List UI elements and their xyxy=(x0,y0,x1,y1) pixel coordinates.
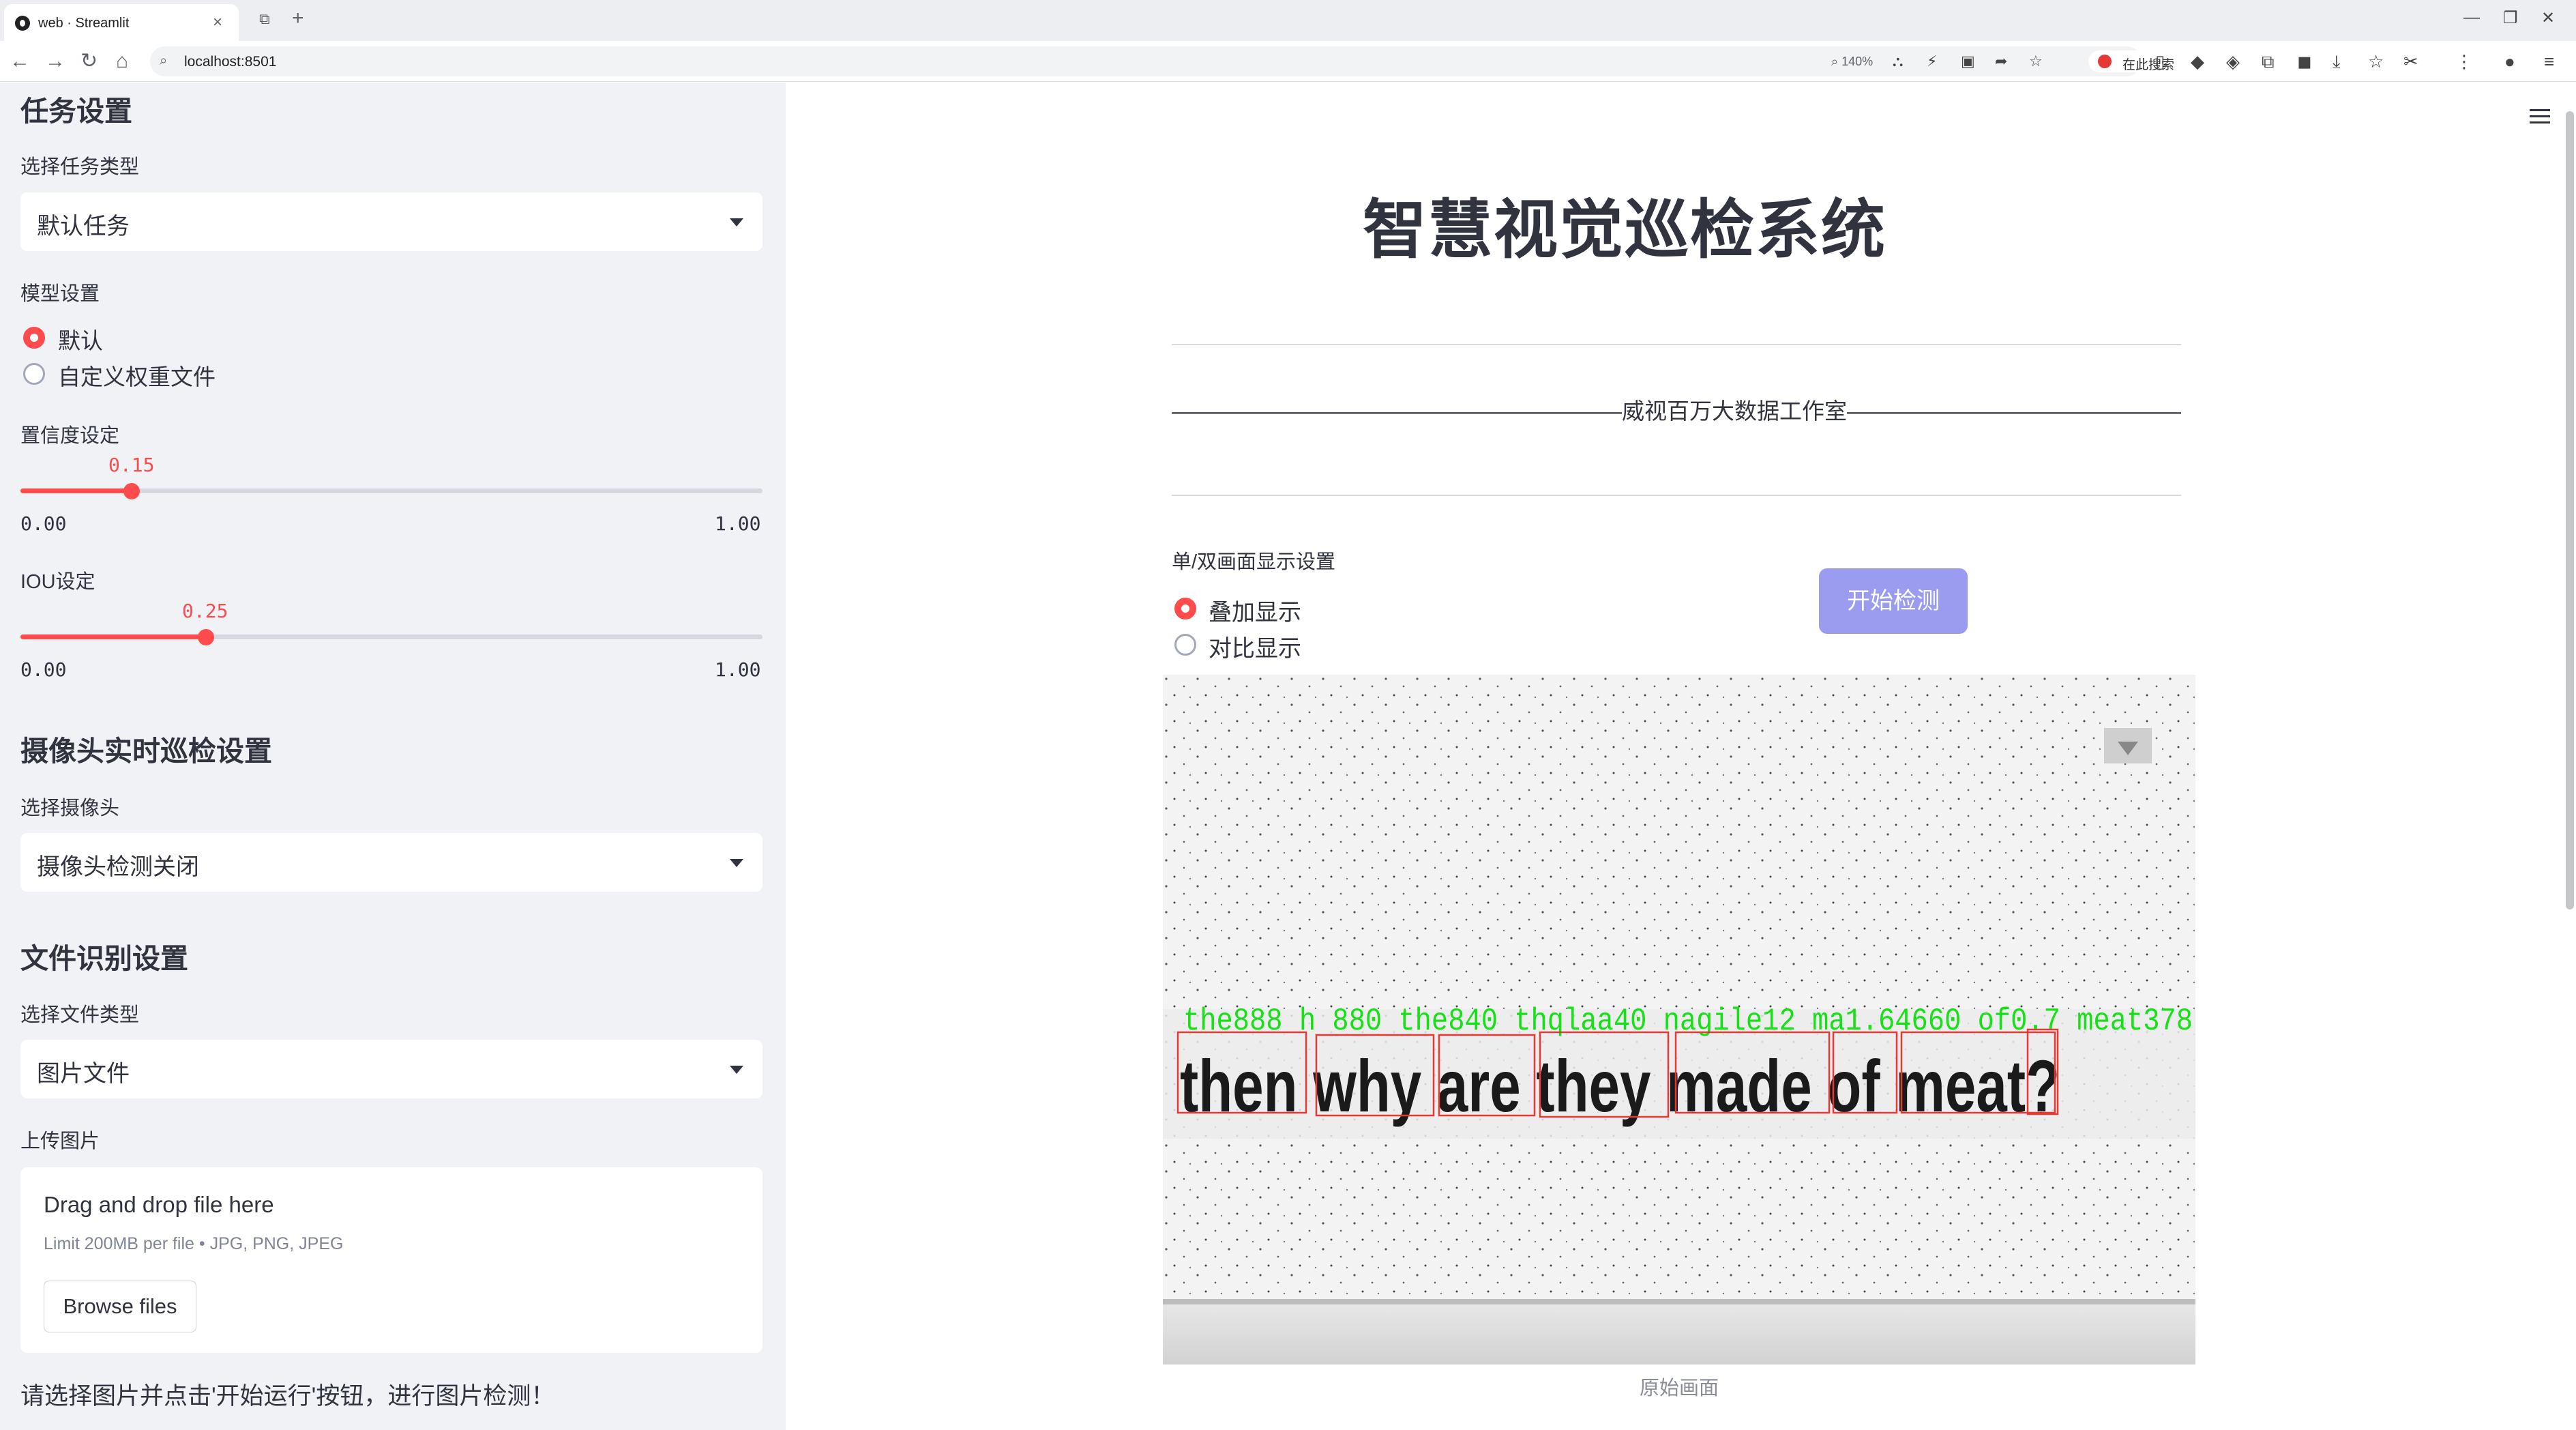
image-caption: 原始画面 xyxy=(1639,1377,1719,1399)
model-radio-custom[interactable] xyxy=(23,363,45,385)
url-text[interactable]: localhost:8501 xyxy=(184,54,276,70)
task-settings-heading: 任务设置 xyxy=(20,96,132,127)
file-uploader-dropzone[interactable]: Drag and drop file here Limit 200MB per … xyxy=(20,1167,763,1353)
file-settings-heading: 文件识别设置 xyxy=(20,943,188,974)
scissors-icon[interactable]: ✂ xyxy=(2403,51,2418,72)
new-tab-icon[interactable]: + xyxy=(292,7,304,30)
home-icon[interactable]: ⌂ xyxy=(116,49,128,74)
model-settings-label: 模型设置 xyxy=(20,283,100,305)
camera-select[interactable]: 摄像头检测关闭 xyxy=(20,833,763,892)
uploader-title: Drag and drop file here xyxy=(44,1192,274,1217)
search-engine-box[interactable]: 在此搜索 xyxy=(2088,50,2286,72)
tab-groups-icon[interactable]: ⧉ xyxy=(259,10,270,28)
model-option-custom[interactable]: 自定义权重文件 xyxy=(58,359,216,392)
search-engine-logo-icon xyxy=(2098,55,2112,68)
lightning-icon[interactable]: ⚡ xyxy=(1927,53,1937,70)
streamlit-favicon-icon xyxy=(15,16,30,31)
display-radio-overlay[interactable] xyxy=(1174,598,1196,619)
extension-icon[interactable]: ◆ xyxy=(2191,51,2204,72)
start-detection-button[interactable]: 开始检测 xyxy=(1819,568,1968,634)
main-content: 智慧视觉巡检系统 ————————————————————威视百万大数据工作室—… xyxy=(786,83,2576,1430)
page-subtitle: ————————————————————威视百万大数据工作室——————————… xyxy=(1172,398,2181,424)
zoom-level: 140% xyxy=(1841,55,1874,68)
camera-value: 摄像头检测关闭 xyxy=(37,854,199,880)
minimize-icon[interactable]: — xyxy=(2463,8,2480,27)
camera-label: 选择摄像头 xyxy=(20,798,120,819)
translate-icon[interactable]: ⛬ xyxy=(1893,53,1903,70)
iou-slider-thumb[interactable] xyxy=(198,629,214,645)
iou-slider[interactable] xyxy=(20,634,763,639)
task-type-value: 默认任务 xyxy=(37,214,130,239)
screenshot-icon[interactable]: ▣ xyxy=(1961,53,1975,70)
more-icon[interactable]: ⋮ xyxy=(2455,51,2473,72)
file-type-value: 图片文件 xyxy=(37,1061,130,1087)
camera-settings-heading: 摄像头实时巡检设置 xyxy=(20,735,272,767)
browse-files-button[interactable]: Browse files xyxy=(44,1281,196,1332)
back-icon[interactable]: ← xyxy=(10,49,30,74)
chevron-down-icon xyxy=(730,1066,743,1074)
search-placeholder: 在此搜索 xyxy=(2122,58,2175,72)
phone-icon[interactable]: ▯ xyxy=(2155,51,2165,72)
confidence-value: 0.15 xyxy=(108,454,155,476)
close-window-icon[interactable]: ✕ xyxy=(2541,8,2555,28)
reload-icon[interactable]: ↻ xyxy=(80,49,98,74)
detection-labels: the888 h 880 the840 thqlaa40 nagile12 ma… xyxy=(1183,1004,2193,1039)
restore-icon[interactable]: ❐ xyxy=(2503,8,2518,28)
translate-ext-icon[interactable]: ⧉ xyxy=(2262,51,2275,72)
confidence-min: 0.00 xyxy=(20,512,67,535)
confidence-max: 1.00 xyxy=(715,512,761,535)
sidebar: 任务设置 选择任务类型 默认任务 模型设置 默认 自定义权重文件 置信度设定 0… xyxy=(0,83,786,1430)
hamburger-menu-icon[interactable] xyxy=(2530,109,2550,124)
bookmark-star-icon[interactable]: ☆ xyxy=(2029,53,2043,70)
detection-result-image: then why are they made of meat? the888 h… xyxy=(1163,675,2195,1365)
divider xyxy=(1172,344,2181,345)
search-icon: ⌕ xyxy=(160,53,168,68)
model-radio-default[interactable] xyxy=(23,327,45,349)
extension-icon[interactable]: ◈ xyxy=(2226,51,2240,72)
forward-icon[interactable]: → xyxy=(45,49,65,74)
avatar[interactable]: ● xyxy=(2504,51,2515,72)
confidence-label: 置信度设定 xyxy=(20,425,120,447)
favorites-icon[interactable]: ☆ xyxy=(2368,51,2384,72)
display-option-compare[interactable]: 对比显示 xyxy=(1209,630,1301,663)
iou-value: 0.25 xyxy=(182,600,228,622)
divider xyxy=(1172,495,2181,496)
task-type-select[interactable]: 默认任务 xyxy=(20,192,763,251)
image-sign-text: then why are they made of meat? xyxy=(1180,1045,2060,1127)
uploader-limit: Limit 200MB per file • JPG, PNG, JPEG xyxy=(44,1234,344,1253)
menu-icon[interactable]: ≡ xyxy=(2544,51,2554,72)
file-type-label: 选择文件类型 xyxy=(20,1004,140,1026)
browser-tab[interactable]: web · Streamlit × xyxy=(4,4,239,41)
tab-title: web · Streamlit xyxy=(38,16,130,31)
iou-min: 0.00 xyxy=(20,658,67,681)
chevron-down-icon xyxy=(730,218,743,227)
page-title: 智慧视觉巡检系统 xyxy=(1362,194,1886,265)
iou-max: 1.00 xyxy=(715,658,761,681)
confidence-slider-thumb[interactable] xyxy=(123,483,140,499)
download-icon[interactable]: ⤓ xyxy=(2333,51,2341,72)
extension-icon[interactable]: ◼ xyxy=(2297,51,2312,72)
zoom-indicator[interactable]: ⌕ 140% xyxy=(1831,55,1873,69)
chevron-down-icon xyxy=(730,859,743,867)
display-option-overlay[interactable]: 叠加显示 xyxy=(1209,594,1301,627)
file-type-select[interactable]: 图片文件 xyxy=(20,1040,763,1098)
address-bar[interactable]: ⌕ localhost:8501 ⌕ 140% ⛬ ⚡ ▣ ➦ ☆ 在此搜索 xyxy=(150,46,2286,76)
scrollbar[interactable] xyxy=(2566,111,2574,909)
confidence-slider-fill xyxy=(20,488,132,493)
tab-close-icon[interactable]: × xyxy=(213,13,222,32)
sidebar-note: 请选择图片并点击'开始运行'按钮，进行图片检测！ xyxy=(20,1383,555,1410)
browser-tab-strip: web · Streamlit × ⧉ + — ❐ ✕ xyxy=(0,0,2576,41)
model-option-default[interactable]: 默认 xyxy=(58,323,103,355)
display-radio-compare[interactable] xyxy=(1174,634,1196,656)
iou-label: IOU设定 xyxy=(20,571,95,593)
share-icon[interactable]: ➦ xyxy=(1995,53,2007,70)
task-type-label: 选择任务类型 xyxy=(20,156,140,178)
upload-label: 上传图片 xyxy=(20,1130,100,1152)
browser-toolbar: ← → ↻ ⌂ ⌕ localhost:8501 ⌕ 140% ⛬ ⚡ ▣ ➦ … xyxy=(0,41,2576,82)
display-mode-label: 单/双画面显示设置 xyxy=(1172,551,1336,573)
iou-slider-fill xyxy=(20,634,206,639)
